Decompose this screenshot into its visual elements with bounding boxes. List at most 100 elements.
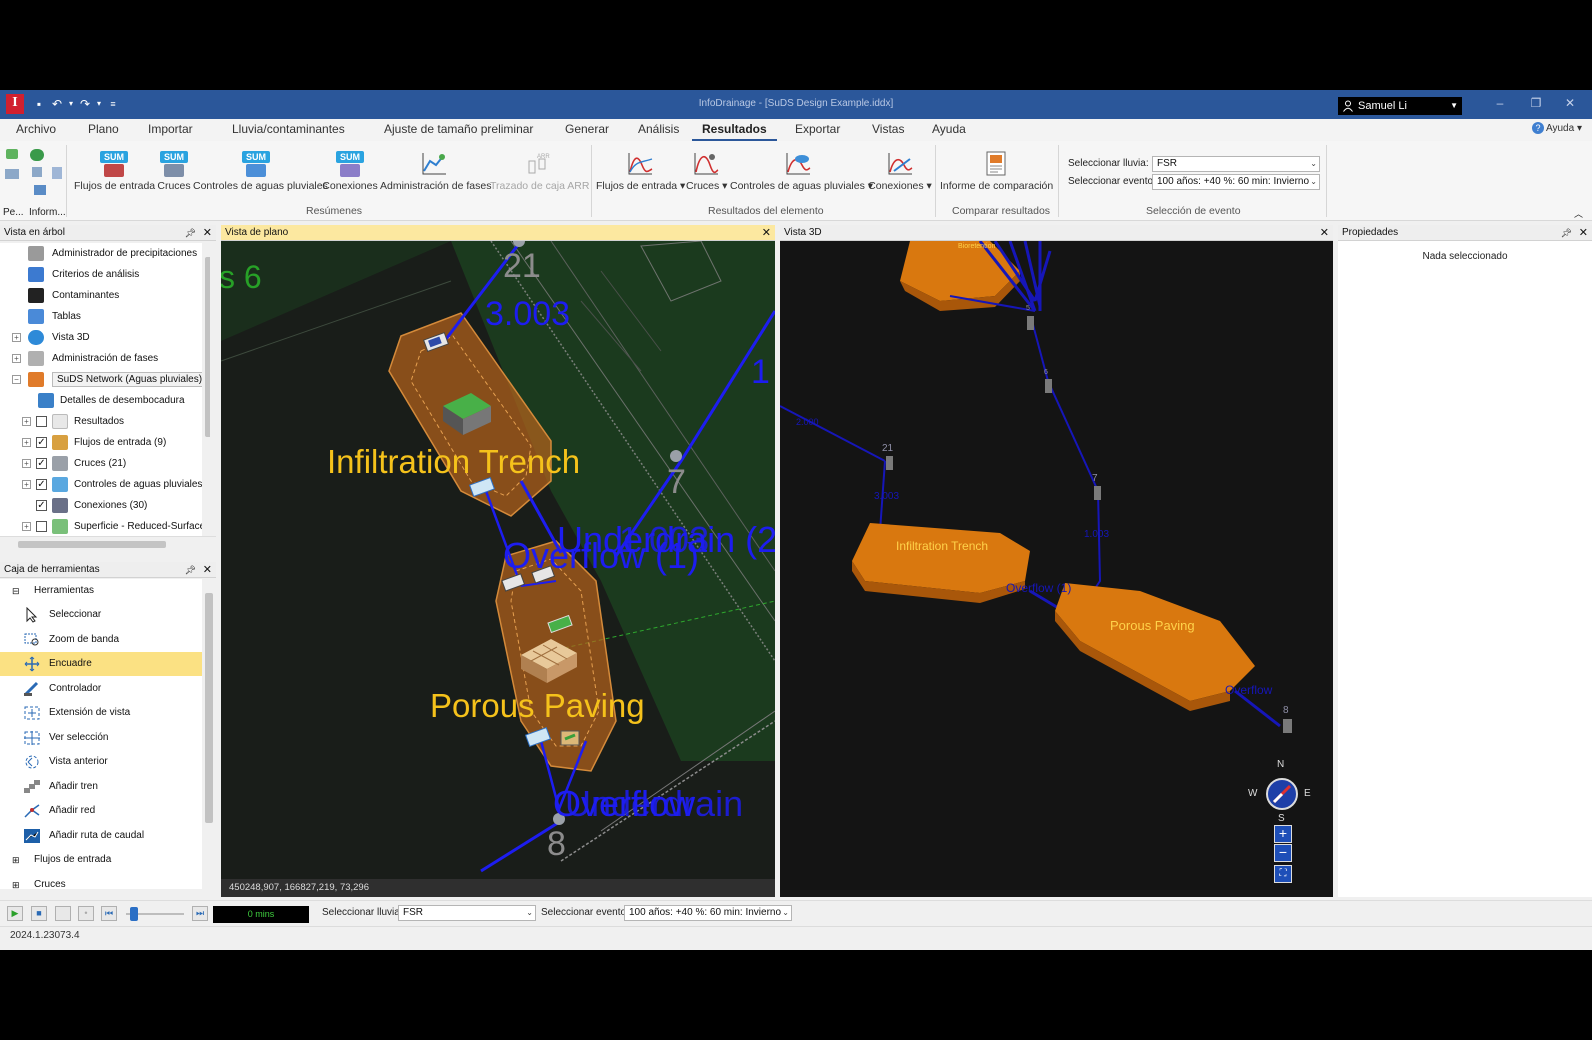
tree-item-pollutants[interactable]: Contaminantes — [28, 285, 119, 306]
tab-ajuste[interactable]: Ajuste de tamaño preliminar — [384, 122, 533, 141]
toolbox-group-inflows[interactable]: ⊞ Flujos de entrada — [0, 848, 202, 872]
tree-item-connections[interactable]: ✓ Conexiones (30) — [22, 495, 147, 516]
pin-icon[interactable]: 📌︎ — [185, 225, 196, 241]
expand-icon[interactable]: ⊞ — [12, 848, 20, 872]
toolbox-vertical-scrollbar[interactable] — [202, 579, 216, 889]
tree-item-tables[interactable]: Tablas — [28, 306, 81, 327]
document-icon[interactable] — [52, 167, 62, 179]
record-icon[interactable]: • — [78, 906, 94, 921]
time-slider[interactable] — [126, 907, 184, 921]
collapse-ribbon-icon[interactable]: ︿ — [1574, 207, 1583, 220]
report-icon[interactable] — [5, 169, 19, 179]
close-icon[interactable]: ✕ — [1562, 95, 1578, 111]
summary-inflows-button[interactable]: SUM Flujos de entrada — [74, 151, 155, 195]
tool-pan[interactable]: Encuadre — [0, 652, 202, 676]
comparison-report-button[interactable]: Informe de comparación — [940, 151, 1053, 195]
pin-icon[interactable]: 📌︎ — [185, 562, 196, 578]
redo-icon[interactable]: ↷ — [78, 96, 92, 112]
tree-item-precipitation-admin[interactable]: Administrador de precipitaciones — [28, 243, 197, 264]
undo-icon[interactable]: ↶ — [50, 96, 64, 112]
manhole-5[interactable] — [1027, 316, 1034, 330]
summary-stormwater-controls-button[interactable]: SUM Controles de aguas pluviales — [193, 151, 328, 195]
time-slider-handle[interactable] — [130, 907, 138, 921]
tab-plano[interactable]: Plano — [88, 122, 119, 141]
expand-icon[interactable]: + — [12, 333, 21, 342]
pipe[interactable] — [780, 405, 886, 462]
expand-icon[interactable]: + — [22, 522, 31, 531]
expand-icon[interactable]: ⊞ — [12, 873, 20, 889]
tool-view-selection[interactable]: Ver selección — [0, 726, 202, 750]
surface-checkbox[interactable] — [36, 521, 47, 532]
tool-add-flow-path[interactable]: Añadir ruta de caudal — [0, 824, 202, 848]
tool-band-zoom[interactable]: Zoom de banda — [0, 628, 202, 652]
manhole-7[interactable] — [1094, 486, 1101, 500]
tool-previous-view[interactable]: Vista anterior — [0, 750, 202, 774]
zoom-extents-icon[interactable]: ⛶ — [1274, 865, 1292, 883]
tree-item-suds-network[interactable]: − SuDS Network (Aguas pluviales)⌄ — [12, 369, 210, 390]
3d-view-canvas[interactable]: Bioretention 5 6 2.000 21 3.003 7 1.003 … — [780, 241, 1333, 897]
ribbon-rainfall-select[interactable]: FSR ⌄ — [1152, 156, 1320, 172]
expand-icon[interactable]: + — [12, 354, 21, 363]
results-checkbox[interactable] — [36, 416, 47, 427]
tab-ayuda[interactable]: Ayuda — [932, 122, 966, 141]
tree-item-results[interactable]: + Resultados — [22, 411, 124, 432]
expand-icon[interactable]: + — [22, 480, 31, 489]
step-forward-icon[interactable]: ⏭ — [192, 906, 208, 921]
network-selector[interactable]: SuDS Network (Aguas pluviales)⌄ — [52, 372, 210, 387]
junction-node-7[interactable] — [670, 450, 682, 462]
summary-junctions-button[interactable]: SUM Cruces — [157, 151, 191, 195]
tool-controller[interactable]: Controlador — [0, 677, 202, 701]
ribbon-stub-label-inform[interactable]: Inform... — [29, 207, 66, 218]
element-connections-button[interactable]: Conexiones ▾ — [868, 151, 932, 195]
bottom-rainfall-select[interactable]: FSR ⌄ — [398, 905, 536, 921]
collapse-icon[interactable]: ⊟ — [12, 579, 20, 603]
tab-vistas[interactable]: Vistas — [872, 122, 904, 141]
pipe[interactable] — [1031, 320, 1102, 612]
tab-resultados[interactable]: Resultados — [692, 122, 777, 141]
redo-dropdown-icon[interactable]: ▾ — [92, 96, 106, 112]
zoom-out-icon[interactable]: − — [1274, 844, 1292, 862]
scrollbar-thumb[interactable] — [205, 257, 210, 437]
tab-exportar[interactable]: Exportar — [795, 122, 840, 141]
tab-analisis[interactable]: Análisis — [638, 122, 679, 141]
junctions-checkbox[interactable]: ✓ — [36, 458, 47, 469]
toolbox-group-herramientas[interactable]: ⊟ Herramientas — [0, 579, 202, 603]
play-icon[interactable]: ▶ — [7, 906, 23, 921]
bottom-event-select[interactable]: 100 años: +40 %: 60 min: Invierno ⌄ — [624, 905, 792, 921]
undo-dropdown-icon[interactable]: ▾ — [64, 96, 78, 112]
network-icon[interactable] — [34, 185, 46, 195]
minimize-icon[interactable]: – — [1492, 95, 1508, 111]
element-junctions-button[interactable]: Cruces ▾ — [686, 151, 727, 195]
close-icon[interactable]: ✕ — [1579, 225, 1588, 241]
tool-view-extent[interactable]: Extensión de vista — [0, 701, 202, 725]
step-back-icon[interactable]: ⏮ — [101, 906, 117, 921]
save-icon[interactable]: ▪ — [32, 96, 46, 112]
tab-generar[interactable]: Generar — [565, 122, 609, 141]
underdrain-icon[interactable] — [560, 730, 580, 746]
tree-item-phase-admin[interactable]: + Administración de fases — [12, 348, 158, 369]
tree-item-3d-view[interactable]: + Vista 3D — [12, 327, 90, 348]
toolbox-group-junctions[interactable]: ⊞ Cruces — [0, 873, 202, 889]
customize-toolbar-icon[interactable]: ≡ — [106, 96, 120, 112]
expand-icon[interactable]: + — [22, 417, 31, 426]
manhole-8[interactable] — [1283, 719, 1292, 733]
tree-item-surface[interactable]: + Superficie - Reduced-Surface.id — [22, 516, 210, 536]
element-stormwater-controls-button[interactable]: Controles de aguas pluviales ▾ — [730, 151, 873, 195]
scrollbar-thumb[interactable] — [205, 593, 213, 823]
close-icon[interactable]: ✕ — [203, 225, 212, 241]
tree-item-stormwater-controls[interactable]: + ✓ Controles de aguas pluviales (6 — [22, 474, 210, 495]
tool-select[interactable]: Seleccionar — [0, 603, 202, 627]
expand-icon[interactable]: + — [22, 459, 31, 468]
summary-connections-button[interactable]: SUM Conexiones — [322, 151, 378, 195]
inflows-checkbox[interactable]: ✓ — [36, 437, 47, 448]
tree-item-inflows[interactable]: + ✓ Flujos de entrada (9) — [22, 432, 166, 453]
manhole-6[interactable] — [1045, 379, 1052, 393]
tree-vertical-scrollbar[interactable] — [202, 243, 210, 536]
ribbon-stub-label-pe[interactable]: Pe... — [3, 207, 24, 218]
close-icon[interactable]: ✕ — [1320, 225, 1329, 241]
tree-item-junctions[interactable]: + ✓ Cruces (21) — [22, 453, 126, 474]
tool-add-train[interactable]: Añadir tren — [0, 775, 202, 799]
zoom-in-icon[interactable]: + — [1274, 825, 1292, 843]
expand-icon[interactable]: + — [22, 438, 31, 447]
tool-add-network[interactable]: Añadir red — [0, 799, 202, 823]
